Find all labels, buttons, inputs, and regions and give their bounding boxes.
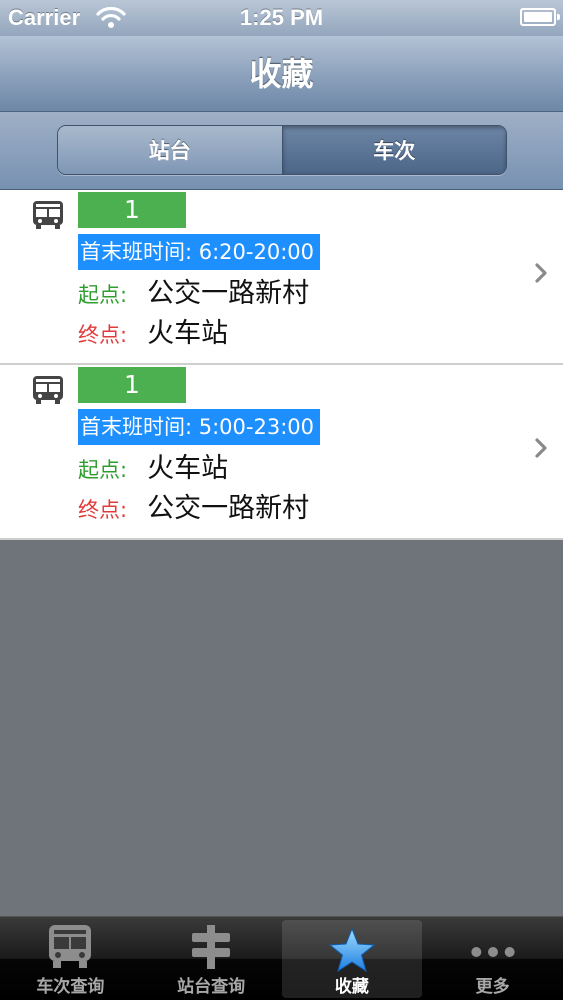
segmented-control: 站台 车次	[57, 125, 507, 175]
start-stop-row: 起点: 公交一路新村	[78, 276, 309, 312]
start-stop-name: 公交一路新村	[147, 278, 310, 309]
segment-toolbar: 站台 车次	[0, 112, 563, 190]
segment-routes[interactable]: 车次	[282, 126, 506, 174]
tab-label: 站台查询	[177, 977, 246, 997]
tab-label: 车次查询	[36, 977, 105, 997]
star-icon	[328, 927, 376, 973]
end-stop-name: 火车站	[147, 318, 229, 349]
end-stop-row: 终点: 火车站	[78, 316, 228, 352]
chevron-right-icon	[535, 263, 547, 283]
chevron-right-icon	[535, 438, 547, 458]
favorites-list: 1 首末班时间: 6:20-20:00 起点: 公交一路新村 终点: 火车站 1 首…	[0, 190, 563, 540]
start-label: 起点:	[78, 458, 128, 482]
start-stop-name: 火车站	[147, 453, 229, 484]
tab-label: 收藏	[334, 977, 369, 997]
battery-icon	[520, 8, 560, 26]
service-hours: 首末班时间: 5:00-23:00	[78, 409, 321, 445]
tab-bar: 车次查询 站台查询 收藏 更多	[0, 916, 563, 1000]
bus-icon	[33, 201, 63, 229]
favorite-route-cell[interactable]: 1 首末班时间: 5:00-23:00 起点: 火车站 终点: 公交一路新村	[0, 365, 563, 540]
end-stop-name: 公交一路新村	[147, 493, 310, 524]
start-label: 起点:	[78, 283, 128, 307]
route-number-badge: 1	[78, 367, 186, 403]
tab-station-search[interactable]: 站台查询	[141, 917, 282, 1000]
page-title: 收藏	[249, 55, 314, 93]
route-number-badge: 1	[78, 192, 186, 228]
more-dots-icon	[470, 947, 515, 957]
navigation-bar: 收藏	[0, 36, 563, 112]
service-hours: 首末班时间: 6:20-20:00	[78, 234, 321, 270]
end-label: 终点:	[78, 323, 128, 347]
tab-label: 更多	[475, 977, 510, 997]
tab-more[interactable]: 更多	[422, 917, 563, 1000]
segment-stations[interactable]: 站台	[58, 126, 283, 174]
end-stop-row: 终点: 公交一路新村	[78, 491, 309, 527]
bus-stop-sign-icon	[192, 925, 231, 969]
start-stop-row: 起点: 火车站	[78, 451, 228, 487]
bus-icon	[33, 376, 63, 404]
status-bar: Carrier 1:25 PM	[0, 0, 563, 36]
end-label: 终点:	[78, 498, 128, 522]
favorite-route-cell[interactable]: 1 首末班时间: 6:20-20:00 起点: 公交一路新村 终点: 火车站	[0, 190, 563, 365]
tab-favorites[interactable]: 收藏	[281, 920, 423, 998]
tab-route-search[interactable]: 车次查询	[0, 917, 141, 1000]
bus-icon	[49, 925, 92, 968]
status-time: 1:25 PM	[239, 5, 324, 30]
